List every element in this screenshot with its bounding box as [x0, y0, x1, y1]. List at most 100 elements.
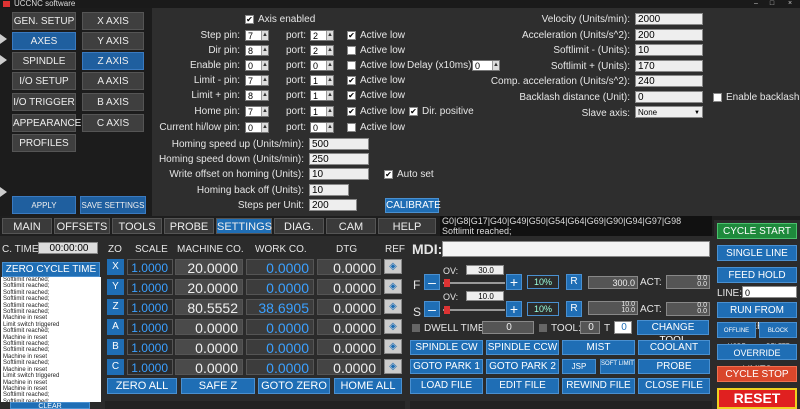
- axis-a-home-target-icon[interactable]: ◈: [384, 319, 402, 334]
- log-list[interactable]: Softlimit reached; Softlimit reached; Soft…: [1, 277, 101, 402]
- t-value[interactable]: 0: [614, 321, 632, 334]
- y-axis-button[interactable]: Y AXIS: [82, 32, 144, 50]
- io-trigger-button[interactable]: I/O TRIGGER: [12, 93, 76, 111]
- home-active-low-checkbox[interactable]: ✔: [347, 107, 356, 116]
- axes-setup-button[interactable]: AXES SETUP: [12, 32, 76, 65]
- feed-plus-button[interactable]: +: [506, 274, 522, 290]
- home-all-button[interactable]: HOME ALL: [334, 378, 402, 394]
- softlimit-minus-input[interactable]: 10: [635, 44, 703, 56]
- probe-button[interactable]: PROBE: [638, 359, 710, 374]
- maximize-button[interactable]: □: [768, 0, 776, 8]
- limit-minus-active-low-checkbox[interactable]: ✔: [347, 76, 356, 85]
- calibrate-button[interactable]: CALIBRATE: [385, 198, 441, 213]
- zero-cycle-time-button[interactable]: ZERO CYCLE TIME: [2, 262, 100, 277]
- velocity-input[interactable]: 2000: [635, 13, 703, 25]
- enable-backlash-checkbox[interactable]: [713, 93, 722, 102]
- tab-tools[interactable]: TOOLS: [112, 218, 162, 234]
- spindle-slider-handle[interactable]: [444, 306, 450, 314]
- axis-c-work-coord[interactable]: 0.0000: [246, 359, 314, 376]
- axis-enabled-checkbox[interactable]: ✔: [245, 15, 254, 24]
- line-input[interactable]: 0: [742, 286, 797, 298]
- enable-pin-spinner[interactable]: 0 ▲: [245, 60, 269, 71]
- edit-file-button[interactable]: EDIT FILE: [486, 378, 559, 394]
- spindle-reset-button[interactable]: R: [566, 301, 582, 317]
- axis-c-home-target-icon[interactable]: ◈: [384, 359, 402, 374]
- limit-plus-port-spinner[interactable]: 1 ▲: [310, 90, 334, 101]
- enable-port-spinner[interactable]: 0 ▲: [310, 60, 334, 71]
- mdi-input[interactable]: [442, 241, 710, 257]
- axis-c-scale[interactable]: 1.0000: [127, 359, 173, 375]
- axis-b-home-target-icon[interactable]: ◈: [384, 339, 402, 354]
- axis-x-work-coord[interactable]: 0.0000: [246, 259, 314, 276]
- axis-z-scale[interactable]: 1.0000: [127, 299, 173, 315]
- clear-log-button[interactable]: CLEAR: [10, 402, 90, 409]
- axis-y-work-coord[interactable]: 0.0000: [246, 279, 314, 296]
- axis-y-scale[interactable]: 1.0000: [127, 279, 173, 295]
- spindle-button[interactable]: SPINDLE: [12, 52, 76, 70]
- mist-button[interactable]: MIST: [562, 340, 635, 355]
- soft-limit-button[interactable]: SOFT LIMIT: [600, 359, 635, 374]
- run-from-here-button[interactable]: RUN FROM HERE: [717, 302, 797, 332]
- override-limits-button[interactable]: OVERRIDE LIMITS: [717, 344, 797, 374]
- spindle-plus-button[interactable]: +: [506, 301, 522, 317]
- zero-all-button[interactable]: ZERO ALL: [107, 378, 177, 394]
- spindle-minus-button[interactable]: –: [424, 301, 440, 317]
- limit-plus-pin-spinner[interactable]: 8 ▲: [245, 90, 269, 101]
- current-pin-spinner[interactable]: 0 ▲: [245, 122, 269, 133]
- apply-settings-button[interactable]: APPLY SETTINGS: [12, 196, 76, 228]
- save-settings-button[interactable]: SAVE SETTINGS: [80, 196, 146, 214]
- change-tool-button[interactable]: CHANGE TOOL: [637, 320, 709, 346]
- acceleration-input[interactable]: 200: [635, 29, 703, 41]
- feed-step-pct[interactable]: 10%: [527, 275, 559, 289]
- softlimit-plus-input[interactable]: 170: [635, 60, 703, 72]
- goto-park2-button[interactable]: GOTO PARK 2: [486, 359, 559, 374]
- tab-diag[interactable]: DIAG.: [274, 218, 324, 234]
- feed-minus-button[interactable]: –: [424, 274, 440, 290]
- write-offset-input[interactable]: 10: [309, 168, 369, 180]
- tab-probe[interactable]: PROBE: [164, 218, 214, 234]
- axis-b-work-coord[interactable]: 0.0000: [246, 339, 314, 356]
- step-pin-spinner[interactable]: 7 ▲: [245, 30, 269, 41]
- limit-minus-pin-spinner[interactable]: 7 ▲: [245, 75, 269, 86]
- dir-pin-spinner[interactable]: 8 ▲: [245, 45, 269, 56]
- reset-button[interactable]: RESET: [717, 388, 797, 409]
- axis-b-scale[interactable]: 1.0000: [127, 339, 173, 355]
- load-file-button[interactable]: LOAD FILE: [410, 378, 483, 394]
- axis-y-zero-button[interactable]: Y: [107, 279, 124, 295]
- axis-a-zero-button[interactable]: A: [107, 319, 124, 335]
- feed-hold-button[interactable]: FEED HOLD: [717, 267, 797, 283]
- tab-settings[interactable]: SETTINGS: [216, 218, 272, 234]
- home-pin-spinner[interactable]: 7 ▲: [245, 106, 269, 117]
- homing-down-input[interactable]: 250: [309, 153, 369, 165]
- spindle-ccw-button[interactable]: SPINDLE CCW: [486, 340, 559, 355]
- offline-mode-button[interactable]: OFFLINE MODE: [717, 322, 756, 350]
- axis-c-zero-button[interactable]: C: [107, 359, 124, 375]
- tab-cam[interactable]: CAM: [326, 218, 376, 234]
- step-port-spinner[interactable]: 2 ▲: [310, 30, 334, 41]
- io-setup-button[interactable]: I/O SETUP: [12, 72, 76, 90]
- dir-port-spinner[interactable]: 2 ▲: [310, 45, 334, 56]
- appearance-button[interactable]: APPEARANCE: [12, 114, 81, 132]
- rewind-file-button[interactable]: REWIND FILE: [562, 378, 635, 394]
- dir-positive-checkbox[interactable]: ✔: [409, 107, 418, 116]
- goto-park1-button[interactable]: GOTO PARK 1: [410, 359, 483, 374]
- a-axis-button[interactable]: A AXIS: [82, 72, 144, 90]
- tab-main[interactable]: MAIN: [2, 218, 52, 234]
- b-axis-button[interactable]: B AXIS: [82, 93, 144, 111]
- goto-zero-button[interactable]: GOTO ZERO: [258, 378, 330, 394]
- axis-z-home-target-icon[interactable]: ◈: [384, 299, 402, 314]
- axis-y-home-target-icon[interactable]: ◈: [384, 279, 402, 294]
- backlash-distance-input[interactable]: 0: [635, 91, 703, 103]
- close-button[interactable]: ×: [786, 0, 794, 8]
- current-port-spinner[interactable]: 0 ▲: [310, 122, 334, 133]
- axis-x-home-target-icon[interactable]: ◈: [384, 259, 402, 274]
- feed-reset-button[interactable]: R: [566, 274, 582, 290]
- z-axis-button[interactable]: Z AXIS: [82, 52, 144, 70]
- cycle-start-button[interactable]: CYCLE START: [717, 223, 797, 239]
- single-line-button[interactable]: SINGLE LINE: [717, 245, 797, 261]
- axis-a-work-coord[interactable]: 0.0000: [246, 319, 314, 336]
- slave-axis-select[interactable]: None ▼: [635, 106, 703, 118]
- axis-b-zero-button[interactable]: B: [107, 339, 124, 355]
- safe-z-button[interactable]: SAFE Z: [181, 378, 255, 394]
- jsp-button[interactable]: JSP: [562, 359, 596, 374]
